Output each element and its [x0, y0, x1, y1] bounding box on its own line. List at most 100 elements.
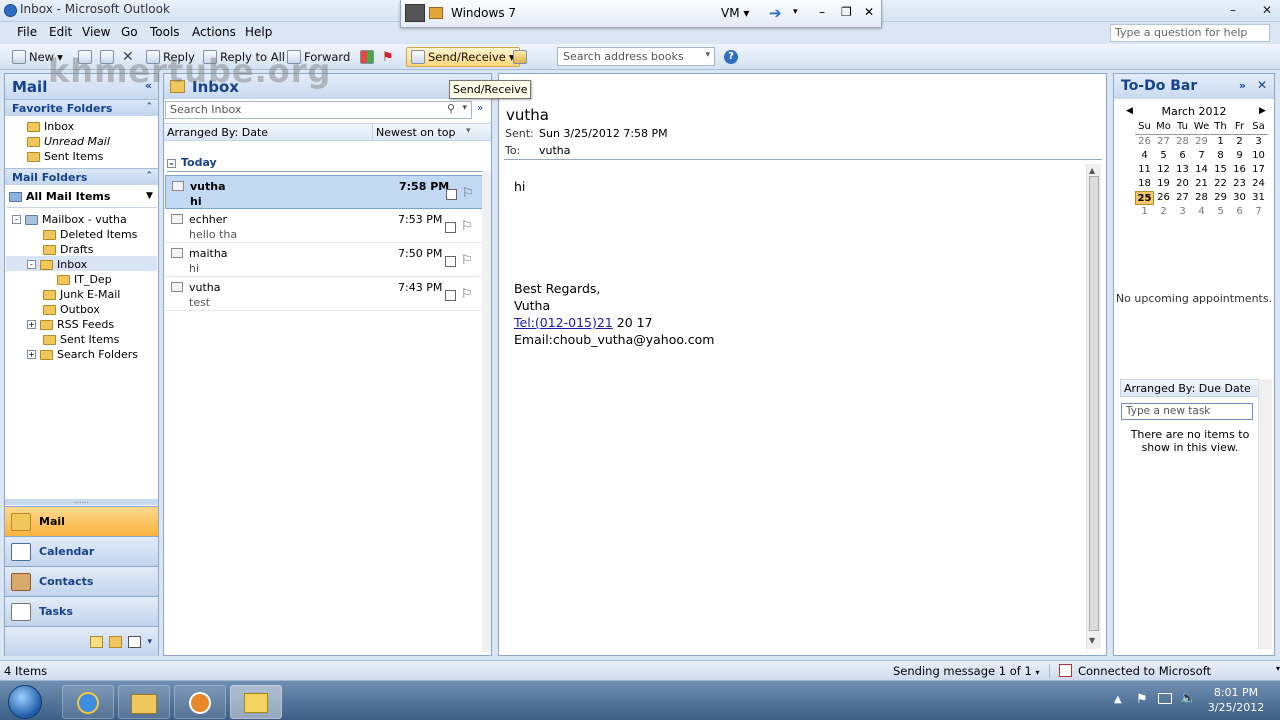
to-value[interactable]: vutha [539, 144, 571, 157]
folder-outbox[interactable]: Outbox [43, 302, 100, 317]
calendar-day[interactable]: 21 [1192, 177, 1211, 191]
task-scrollbar[interactable] [1258, 379, 1272, 649]
help-search-input[interactable]: Type a question for help [1110, 24, 1270, 42]
fav-unread-mail[interactable]: Unread Mail [27, 134, 110, 149]
follow-up-button[interactable]: ⚑ [382, 49, 394, 65]
folder-list-icon[interactable] [109, 635, 123, 648]
scroll-down-icon[interactable]: ▼ [1089, 636, 1095, 645]
collapse-icon[interactable]: - [27, 260, 36, 269]
calendar-day[interactable]: 5 [1154, 149, 1173, 163]
sort-order[interactable]: Newest on top [376, 126, 456, 139]
nav-mail-button[interactable]: Mail [5, 506, 158, 536]
calendar-day[interactable]: 29 [1211, 191, 1230, 205]
calendar-day[interactable]: 22 [1211, 177, 1230, 191]
calendar-day[interactable]: 8 [1211, 149, 1230, 163]
message-row[interactable]: vutha test 7:43 PM ⚐ [165, 277, 490, 311]
close-icon[interactable]: ✕ [1256, 1, 1278, 19]
flag-icon[interactable]: ⚐ [461, 253, 473, 268]
calendar-day[interactable]: 30 [1230, 191, 1249, 205]
show-hidden-icons[interactable]: ▲ [1114, 694, 1122, 705]
flag-icon[interactable]: ⚐ [461, 219, 473, 234]
chevron-down-icon[interactable]: ▾ [793, 7, 798, 17]
folder-deleted-items[interactable]: Deleted Items [43, 227, 137, 242]
calendar-day[interactable]: 2 [1230, 135, 1249, 149]
calendar-day[interactable]: 19 [1154, 177, 1173, 191]
outlook-app-icon[interactable] [4, 4, 17, 17]
pin-icon[interactable] [405, 4, 425, 22]
calendar-day[interactable]: 4 [1192, 205, 1211, 219]
message-row[interactable]: echher hello tha 7:53 PM ⚐ [165, 209, 490, 243]
calendar-day[interactable]: 3 [1249, 135, 1268, 149]
calendar-day[interactable]: 18 [1135, 177, 1154, 191]
folder-sent-items[interactable]: Sent Items [43, 332, 119, 347]
calendar-day[interactable]: 7 [1249, 205, 1268, 219]
collapse-icon[interactable]: - [167, 159, 176, 168]
sending-status[interactable]: Sending message 1 of 1 ▾ [893, 664, 1039, 678]
collapse-icon[interactable]: - [12, 215, 21, 224]
menu-help[interactable]: Help [245, 25, 272, 39]
chevron-down-icon[interactable]: ▾ [147, 637, 152, 647]
calendar-day[interactable]: 6 [1173, 149, 1192, 163]
expand-icon[interactable]: + [27, 350, 36, 359]
calendar-day[interactable]: 7 [1192, 149, 1211, 163]
fav-inbox[interactable]: Inbox [27, 119, 74, 134]
expand-icon[interactable]: » [1239, 79, 1246, 92]
chevron-down-icon[interactable]: ▼ [146, 191, 153, 201]
action-center-icon[interactable]: ⚑ [1136, 692, 1148, 707]
calendar-day[interactable]: 14 [1192, 163, 1211, 177]
menu-actions[interactable]: Actions [192, 25, 236, 39]
menu-tools[interactable]: Tools [150, 25, 180, 39]
calendar-day[interactable]: 20 [1173, 177, 1192, 191]
folder-drafts[interactable]: Drafts [43, 242, 93, 257]
help-button[interactable]: ? [724, 49, 738, 65]
flag-icon[interactable]: ⚐ [461, 287, 473, 302]
menu-go[interactable]: Go [121, 25, 138, 39]
category-box[interactable] [445, 290, 456, 301]
splitter-handle[interactable]: …… [5, 498, 158, 505]
chevron-down-icon[interactable]: ▾ [705, 50, 710, 60]
calendar-day[interactable]: 3 [1173, 205, 1192, 219]
arranged-by-date[interactable]: Arranged By: Date [167, 126, 268, 139]
calendar-day[interactable]: 27 [1154, 135, 1173, 149]
calendar-day[interactable]: 28 [1192, 191, 1211, 205]
vm-minimize-icon[interactable]: – [819, 5, 825, 19]
group-header-today[interactable]: - Today [167, 156, 217, 169]
calendar-day[interactable]: 26 [1135, 135, 1154, 149]
next-month-icon[interactable]: ▶ [1259, 106, 1266, 116]
calendar-day[interactable]: 9 [1230, 149, 1249, 163]
network-icon[interactable] [1158, 693, 1172, 704]
flag-icon[interactable]: ⚐ [462, 186, 474, 201]
tel-link[interactable]: Tel:(012-015)21 [514, 315, 613, 330]
taskbar-media-player[interactable] [174, 685, 226, 719]
mailbox-root[interactable]: - Mailbox - vutha [12, 212, 127, 227]
calendar-day[interactable]: 2 [1154, 205, 1173, 219]
calendar-day[interactable]: 4 [1135, 149, 1154, 163]
shortcuts-icon[interactable] [128, 635, 142, 648]
message-row[interactable]: maitha hi 7:50 PM ⚐ [165, 243, 490, 277]
search-address-books-input[interactable]: Search address books ▾ [557, 47, 715, 66]
expand-icon[interactable]: + [27, 320, 36, 329]
folder-junk-email[interactable]: Junk E-Mail [43, 287, 120, 302]
nav-tasks-button[interactable]: Tasks [5, 596, 158, 626]
chevron-down-icon[interactable]: ▾ [462, 103, 467, 113]
system-clock[interactable]: 8:01 PM 3/25/2012 [1200, 685, 1272, 715]
favorite-folders-header[interactable]: Favorite Folders ˆ [5, 99, 158, 116]
start-button[interactable] [8, 685, 42, 719]
folder-rss-feeds[interactable]: + RSS Feeds [27, 317, 114, 332]
scroll-thumb[interactable] [1089, 176, 1099, 631]
search-inbox-input[interactable]: Search Inbox ⚲ ▾ [165, 101, 472, 119]
fav-sent-items[interactable]: Sent Items [27, 149, 103, 164]
calendar-day[interactable]: 28 [1173, 135, 1192, 149]
calendar-day[interactable]: 24 [1249, 177, 1268, 191]
search-icon[interactable]: ⚲ [447, 102, 455, 115]
calendar-day[interactable]: 16 [1230, 163, 1249, 177]
calendar-day[interactable]: 25 [1135, 191, 1154, 205]
calendar-day[interactable]: 17 [1249, 163, 1268, 177]
category-box[interactable] [445, 256, 456, 267]
taskbar-ie[interactable] [62, 685, 114, 719]
calendar-day[interactable]: 27 [1173, 191, 1192, 205]
all-mail-items[interactable]: All Mail Items [9, 189, 110, 204]
menu-file[interactable]: File [17, 25, 37, 39]
arrow-right-icon[interactable]: ➔ [769, 4, 782, 22]
vm-restore-icon[interactable]: ❐ [841, 5, 852, 19]
